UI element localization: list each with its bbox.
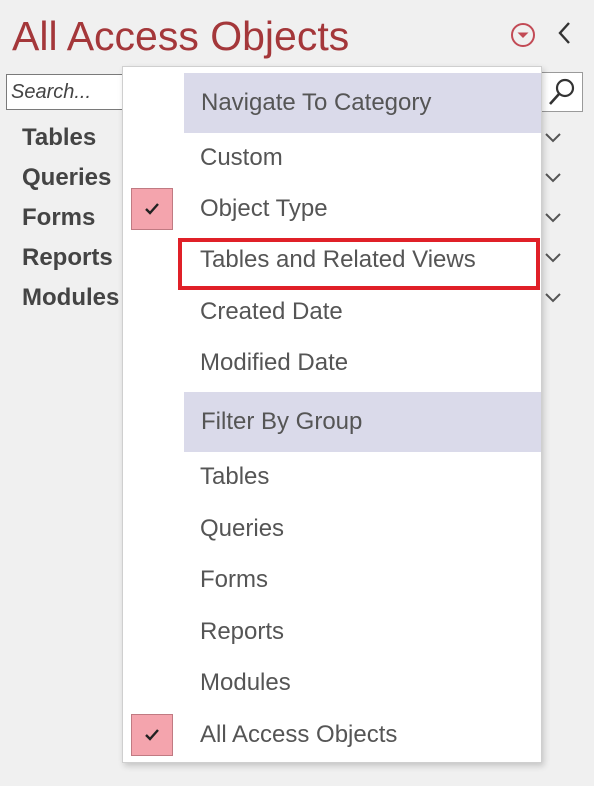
circle-chevron-down-icon <box>511 23 535 47</box>
menu-item-label: Tables <box>200 463 270 490</box>
group-label: Reports <box>22 244 113 271</box>
pane-title[interactable]: All Access Objects <box>12 10 349 62</box>
search-input[interactable] <box>6 74 124 110</box>
group-label: Queries <box>22 164 112 191</box>
menu-item-filter-forms[interactable]: Forms <box>123 555 541 606</box>
chevron-left-icon <box>558 22 570 44</box>
menu-item-custom[interactable]: Custom <box>123 133 541 184</box>
magnifier-icon <box>549 78 575 105</box>
chevron-down-icon[interactable] <box>543 288 563 308</box>
menu-item-label: Tables and Related Views <box>200 246 476 273</box>
group-label: Tables <box>22 124 97 151</box>
navigation-options-menu: Navigate To Category Custom Object Type … <box>122 66 542 763</box>
menu-item-label: Forms <box>200 566 268 593</box>
collapse-pane-button[interactable] <box>550 18 580 48</box>
menu-header-label: Filter By Group <box>201 408 363 435</box>
menu-item-modified-date[interactable]: Modified Date <box>123 338 541 389</box>
checkmark-icon <box>145 729 159 741</box>
menu-item-filter-all-access-objects[interactable]: All Access Objects <box>123 710 541 761</box>
menu-item-filter-tables[interactable]: Tables <box>123 452 541 503</box>
chevron-down-icon[interactable] <box>543 208 563 228</box>
menu-item-object-type[interactable]: Object Type <box>123 184 541 235</box>
check-indicator <box>131 714 173 756</box>
chevron-down-icon[interactable] <box>543 248 563 268</box>
checkmark-icon <box>145 203 159 215</box>
menu-item-filter-queries[interactable]: Queries <box>123 504 541 555</box>
menu-item-label: Queries <box>200 515 285 542</box>
menu-item-label: Created Date <box>200 298 343 325</box>
menu-item-filter-modules[interactable]: Modules <box>123 658 541 709</box>
chevron-down-icon[interactable] <box>543 168 563 188</box>
menu-item-label: Modules <box>200 669 291 696</box>
menu-item-label: Object Type <box>200 195 328 222</box>
menu-item-label: Custom <box>200 144 283 171</box>
menu-item-created-date[interactable]: Created Date <box>123 287 541 338</box>
group-label: Modules <box>22 284 120 311</box>
menu-item-label: All Access Objects <box>200 721 398 748</box>
menu-header-navigate: Navigate To Category <box>184 73 541 133</box>
menu-item-label: Modified Date <box>200 349 349 376</box>
pane-menu-button[interactable] <box>508 20 538 50</box>
menu-item-label: Reports <box>200 618 285 645</box>
search-button[interactable] <box>541 72 583 112</box>
chevron-down-icon[interactable] <box>543 128 563 148</box>
menu-header-label: Navigate To Category <box>201 89 432 116</box>
menu-header-filter: Filter By Group <box>184 392 541 452</box>
check-indicator <box>131 188 173 230</box>
menu-item-filter-reports[interactable]: Reports <box>123 607 541 658</box>
group-label: Forms <box>22 204 96 231</box>
menu-item-tables-and-related-views[interactable]: Tables and Related Views <box>123 235 541 286</box>
